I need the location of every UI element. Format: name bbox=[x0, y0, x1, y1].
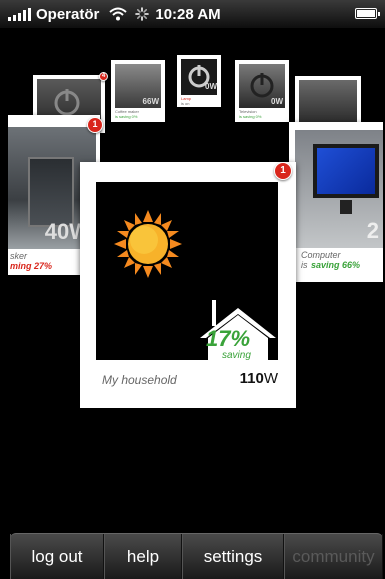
appliance-shape bbox=[28, 157, 74, 227]
notification-badge: 1 bbox=[87, 117, 103, 133]
tab-settings[interactable]: settings bbox=[182, 534, 284, 579]
device-status: is saving 0% bbox=[239, 114, 262, 119]
device-photo bbox=[299, 80, 357, 124]
device-photo: 2 bbox=[295, 130, 383, 248]
device-status-prefix: is bbox=[301, 260, 308, 270]
device-status: is on bbox=[181, 101, 190, 106]
device-card-lamp[interactable]: 0W Lamp is on bbox=[177, 55, 221, 107]
monitor-stand bbox=[340, 200, 352, 214]
household-watt-unit: W bbox=[263, 370, 278, 387]
household-scene: 17% saving bbox=[96, 182, 278, 360]
notification-badge: 4 bbox=[99, 72, 108, 81]
carrier-name: Operatör bbox=[36, 5, 100, 23]
device-status: saving 66% bbox=[311, 260, 361, 270]
household-watt-value: 110 bbox=[239, 370, 264, 387]
device-watt: 0W bbox=[271, 97, 283, 106]
signal-strength-icon bbox=[8, 7, 31, 21]
device-watt: 2 bbox=[366, 218, 379, 243]
activity-spinner-icon bbox=[135, 7, 150, 21]
household-watt: 110W bbox=[240, 370, 278, 387]
device-status: ming 27% bbox=[10, 261, 53, 271]
notification-badge: 1 bbox=[274, 162, 292, 180]
device-card-television[interactable]: 0W Television is saving 0% bbox=[235, 60, 289, 122]
tab-help[interactable]: help bbox=[104, 534, 182, 579]
device-status: is saving 0% bbox=[115, 114, 138, 119]
device-card-computer[interactable]: 2 Computer is saving 66% bbox=[289, 122, 383, 282]
device-name: Computer bbox=[301, 250, 341, 260]
tab-log-out[interactable]: log out bbox=[10, 534, 104, 579]
saving-percent: 17% bbox=[206, 326, 251, 351]
status-time: 10:28 AM bbox=[155, 5, 221, 23]
battery-icon bbox=[355, 8, 380, 19]
household-card[interactable]: 17% saving My household 110W 1 bbox=[80, 162, 296, 408]
tab-community: community bbox=[284, 534, 383, 579]
monitor-shape bbox=[313, 144, 379, 198]
device-name: sker bbox=[10, 251, 28, 261]
household-name: My household bbox=[102, 373, 177, 387]
wifi-icon bbox=[109, 7, 128, 21]
status-bar: Operatör 10:28 AM bbox=[0, 0, 385, 28]
saving-label: saving bbox=[222, 350, 251, 360]
device-card-coffee-maker[interactable]: 66W Coffee maker is saving 0% bbox=[111, 60, 165, 122]
bottom-tab-bar: log out help settings community bbox=[10, 533, 383, 579]
device-watt: 66W bbox=[142, 97, 159, 106]
device-watt: 0W bbox=[205, 82, 217, 91]
